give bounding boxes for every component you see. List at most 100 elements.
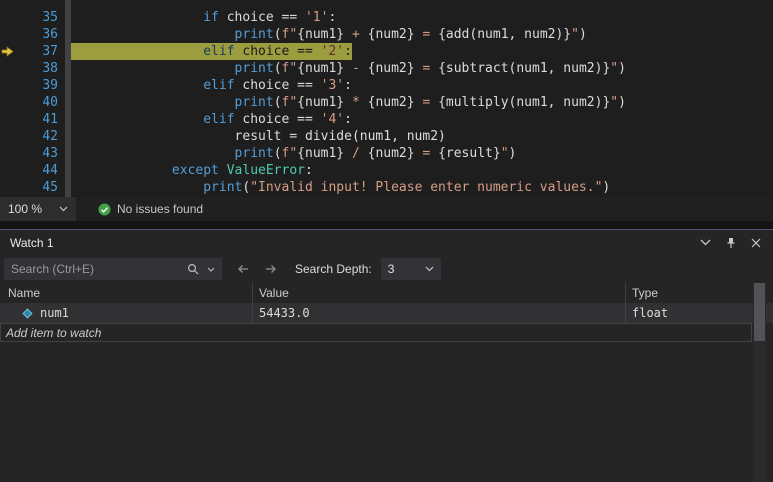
code-token: elif bbox=[203, 112, 235, 127]
watch-toolbar: Search (Ctrl+E) Search Depth: 3 bbox=[0, 255, 773, 283]
code-line[interactable]: 45 print("Invalid input! Please enter nu… bbox=[0, 179, 773, 196]
code-token: {num1} bbox=[297, 27, 345, 42]
close-icon[interactable] bbox=[751, 238, 761, 248]
code-token: f" bbox=[281, 61, 298, 76]
line-number: 42 bbox=[42, 129, 58, 144]
search-input[interactable]: Search (Ctrl+E) bbox=[4, 258, 222, 280]
code-token: print bbox=[234, 146, 274, 161]
breakpoint-margin[interactable] bbox=[0, 94, 16, 111]
watch-title-bar: Watch 1 bbox=[0, 230, 773, 255]
line-number: 37 bbox=[42, 44, 58, 59]
code-text: print("Invalid input! Please enter numer… bbox=[71, 179, 610, 196]
window-position-chevron-icon[interactable] bbox=[700, 239, 711, 246]
column-header-value[interactable]: Value bbox=[252, 283, 625, 303]
code-token: choice == bbox=[218, 10, 305, 25]
search-depth-select[interactable]: 3 bbox=[380, 258, 441, 280]
zoom-control[interactable]: 100 % bbox=[0, 197, 76, 221]
breakpoint-margin[interactable] bbox=[0, 60, 16, 77]
code-token: ( bbox=[273, 61, 282, 76]
code-line[interactable]: 44 except ValueError: bbox=[0, 162, 773, 179]
code-text: result = divide(num1, num2) bbox=[71, 128, 446, 145]
code-token: = bbox=[414, 95, 439, 110]
watch-row[interactable]: num1 54433.0 float bbox=[0, 303, 773, 323]
code-text: elif choice == '2': bbox=[71, 43, 352, 60]
code-token: choice == bbox=[234, 44, 321, 59]
code-token: print bbox=[203, 180, 243, 195]
code-line[interactable]: 35 if choice == '1': bbox=[0, 9, 773, 26]
code-token: "Invalid input! Please enter numeric val… bbox=[250, 180, 603, 195]
code-line[interactable]: 37 elif choice == '2': bbox=[0, 43, 773, 60]
current-statement-arrow-icon[interactable] bbox=[0, 43, 16, 60]
column-header-name[interactable]: Name bbox=[0, 283, 252, 303]
issues-text: No issues found bbox=[117, 202, 204, 216]
zoom-value: 100 % bbox=[8, 202, 43, 216]
code-line[interactable]: 38 print(f"{num1} - {num2} = {subtract(n… bbox=[0, 60, 773, 77]
code-token: {num1} bbox=[297, 146, 345, 161]
code-token: print bbox=[234, 61, 274, 76]
panel-splitter[interactable] bbox=[0, 221, 773, 229]
breakpoint-margin[interactable] bbox=[0, 77, 16, 94]
line-number: 40 bbox=[42, 95, 58, 110]
search-back-arrow-icon[interactable] bbox=[236, 263, 250, 275]
breakpoint-margin[interactable] bbox=[0, 26, 16, 43]
code-text: if choice == '1': bbox=[71, 9, 336, 26]
breakpoint-margin[interactable] bbox=[0, 111, 16, 128]
watch-type-cell: float bbox=[625, 303, 752, 323]
code-token: '1' bbox=[304, 10, 329, 25]
code-line[interactable]: 41 elif choice == '4': bbox=[0, 111, 773, 128]
search-forward-arrow-icon[interactable] bbox=[264, 263, 278, 275]
code-token: ) bbox=[508, 146, 517, 161]
code-token: " bbox=[610, 95, 619, 110]
code-line[interactable]: 36 print(f"{num1} + {num2} = {add(num1, … bbox=[0, 26, 773, 43]
add-watch-item-row[interactable]: Add item to watch bbox=[0, 323, 752, 342]
code-token: ) bbox=[578, 27, 587, 42]
code-token: ( bbox=[273, 27, 282, 42]
breakpoint-margin[interactable] bbox=[0, 162, 16, 179]
code-line[interactable]: 42 result = divide(num1, num2) bbox=[0, 128, 773, 145]
breakpoint-margin[interactable] bbox=[0, 128, 16, 145]
code-token: / bbox=[344, 146, 368, 161]
breakpoint-margin[interactable] bbox=[0, 9, 16, 26]
code-text: print(f"{num1} / {num2} = {result}") bbox=[71, 145, 517, 162]
search-icon bbox=[187, 263, 199, 275]
breakpoint-margin[interactable] bbox=[0, 179, 16, 196]
search-placeholder: Search (Ctrl+E) bbox=[11, 262, 95, 276]
code-token: choice == bbox=[234, 112, 321, 127]
code-token: = bbox=[414, 27, 439, 42]
code-token: = bbox=[414, 61, 439, 76]
column-header-type[interactable]: Type bbox=[625, 283, 752, 303]
code-token: " bbox=[571, 27, 579, 42]
code-editor[interactable]: 35 if choice == '1': 36 print(f"{num1} + … bbox=[0, 0, 773, 197]
code-token: choice == bbox=[234, 78, 321, 93]
code-token: '4' bbox=[320, 112, 345, 127]
scrollbar-thumb[interactable] bbox=[754, 283, 765, 341]
code-line[interactable]: 40 print(f"{num1} * {num2} = {multiply(n… bbox=[0, 94, 773, 111]
watch-value-cell[interactable]: 54433.0 bbox=[252, 303, 625, 323]
code-token: {num2} bbox=[367, 95, 415, 110]
line-number: 39 bbox=[42, 78, 58, 93]
code-token: : bbox=[344, 44, 352, 59]
no-issues-check-icon bbox=[98, 203, 111, 216]
breakpoint-margin[interactable] bbox=[0, 145, 16, 162]
code-token: " bbox=[610, 61, 619, 76]
code-token: elif bbox=[203, 44, 235, 59]
code-token: ) bbox=[618, 61, 626, 76]
code-line[interactable]: 39 elif choice == '3': bbox=[0, 77, 773, 94]
pin-icon[interactable] bbox=[725, 237, 737, 249]
line-number: 43 bbox=[42, 146, 58, 161]
code-lines: 35 if choice == '1': 36 print(f"{num1} + … bbox=[0, 9, 773, 196]
code-line[interactable]: 43 print(f"{num1} / {num2} = {result}") bbox=[0, 145, 773, 162]
code-token: {multiply(num1, num2)} bbox=[438, 95, 611, 110]
watch-scrollbar[interactable] bbox=[753, 283, 766, 482]
code-token: ) bbox=[618, 95, 626, 110]
search-options-chevron-icon[interactable] bbox=[207, 267, 215, 272]
line-number: 45 bbox=[42, 180, 58, 195]
